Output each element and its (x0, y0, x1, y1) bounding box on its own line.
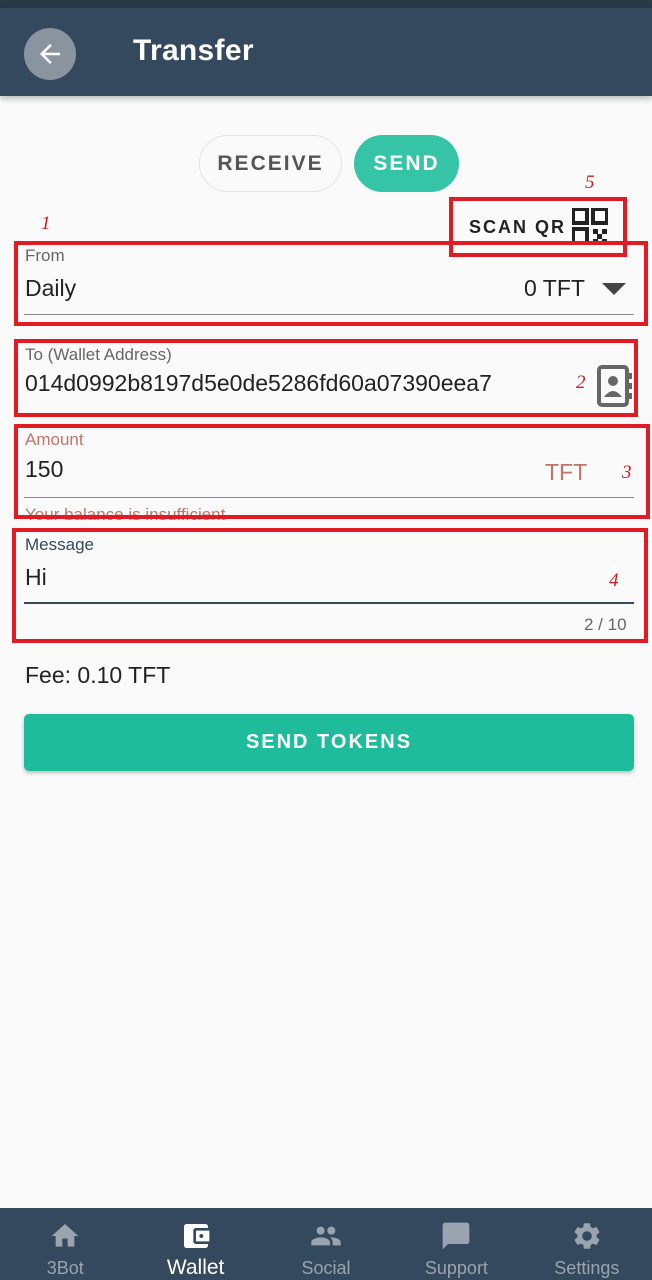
wallet-icon (183, 1224, 209, 1248)
nav-item-3bot[interactable]: 3Bot (0, 1208, 130, 1280)
people-icon (311, 1226, 341, 1246)
home-icon (51, 1224, 79, 1247)
annotation-5: 5 (585, 172, 595, 193)
nav-label-social: Social (301, 1258, 351, 1278)
chat-icon (443, 1222, 470, 1250)
annotation-box-3 (14, 424, 650, 519)
nav-item-social[interactable]: Social (261, 1208, 391, 1280)
annotation-box-4 (12, 528, 648, 643)
nav-label-wallet: Wallet (166, 1256, 225, 1279)
annotation-1: 1 (41, 213, 51, 234)
nav-label-3bot: 3Bot (46, 1258, 84, 1278)
nav-label-settings: Settings (554, 1258, 620, 1278)
annotation-box-2 (14, 339, 638, 417)
fee-text: Fee: 0.10 TFT (25, 662, 171, 688)
nav-item-wallet[interactable]: Wallet (130, 1208, 260, 1280)
nav-item-support[interactable]: Support (391, 1208, 521, 1280)
send-toggle-button[interactable]: SEND (354, 135, 459, 192)
annotation-box-1 (14, 241, 648, 326)
status-bar (0, 0, 652, 8)
nav-label-support: Support (424, 1258, 488, 1278)
receive-toggle-button[interactable]: RECEIVE (199, 135, 342, 192)
nav-item-settings[interactable]: Settings (522, 1208, 652, 1280)
bottom-navigation: 3Bot Wallet Social Support Settings (0, 1208, 652, 1280)
back-button[interactable] (24, 28, 76, 80)
page-title: Transfer (133, 34, 254, 67)
send-tokens-button[interactable]: SEND TOKENS (24, 714, 634, 771)
app-bar: Transfer (0, 8, 652, 96)
arrow-left-icon (40, 44, 60, 64)
gear-icon (574, 1223, 600, 1249)
